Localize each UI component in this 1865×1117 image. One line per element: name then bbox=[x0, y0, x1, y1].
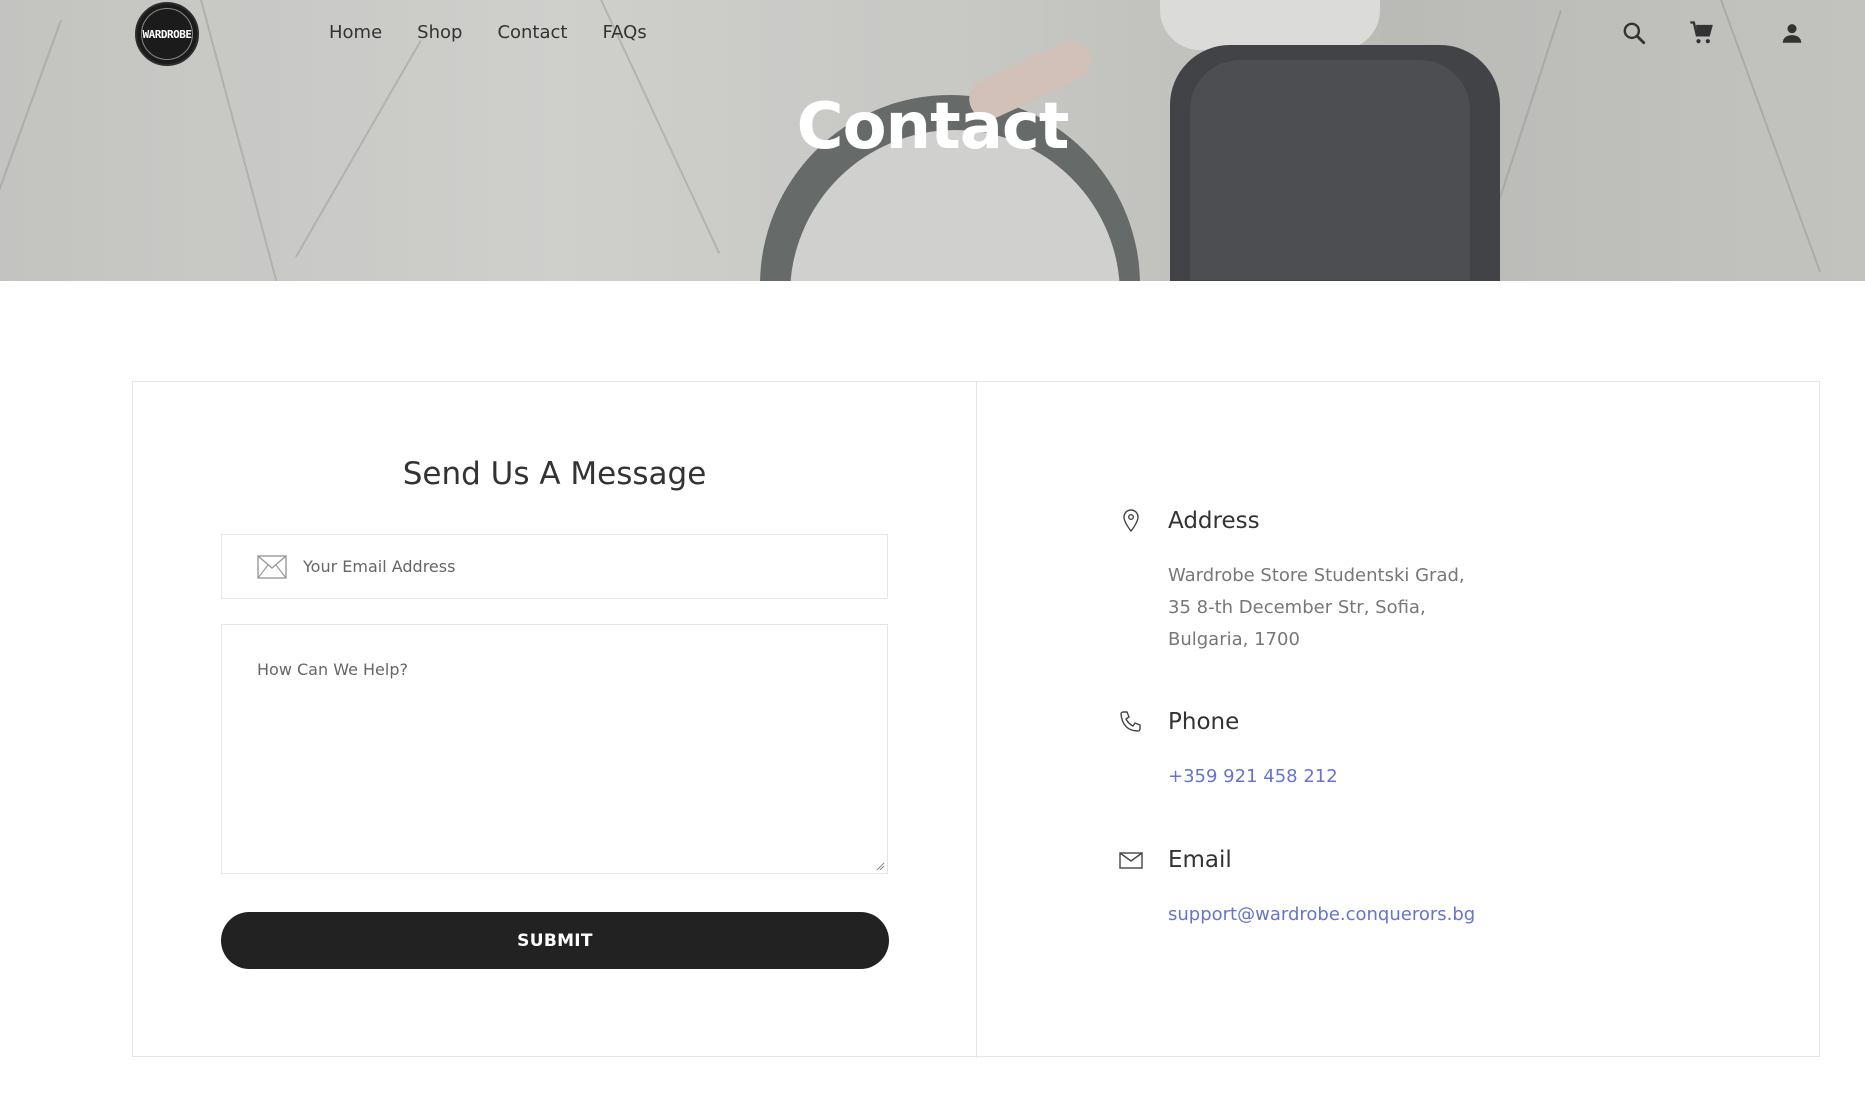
email-heading: Email bbox=[1168, 847, 1232, 873]
nav-home[interactable]: Home bbox=[329, 22, 382, 43]
nav-contact[interactable]: Contact bbox=[497, 22, 567, 43]
email-placeholder: Your Email Address bbox=[303, 557, 456, 576]
email-link[interactable]: support@wardrobe.conquerors.bg bbox=[1168, 904, 1475, 925]
search-icon[interactable] bbox=[1619, 18, 1649, 48]
nav-faqs[interactable]: FAQs bbox=[602, 22, 646, 43]
logo-text: WARDROBE bbox=[142, 27, 192, 41]
address-line-1: Wardrobe Store Studentski Grad, bbox=[1168, 565, 1465, 586]
resize-handle-icon[interactable] bbox=[875, 861, 885, 871]
mail-icon bbox=[1119, 852, 1143, 869]
location-pin-icon bbox=[1123, 509, 1139, 533]
form-title: Send Us A Message bbox=[402, 456, 707, 492]
user-icon[interactable] bbox=[1777, 18, 1807, 48]
nav-shop[interactable]: Shop bbox=[417, 22, 462, 43]
envelope-icon bbox=[257, 555, 287, 579]
address-text: Wardrobe Store Studentski Grad, 35 8-th … bbox=[1168, 560, 1465, 656]
phone-link[interactable]: +359 921 458 212 bbox=[1168, 766, 1338, 787]
cart-icon[interactable] bbox=[1687, 18, 1717, 48]
address-heading: Address bbox=[1168, 508, 1260, 534]
phone-icon bbox=[1120, 711, 1141, 732]
main-nav: Home Shop Contact FAQs bbox=[329, 22, 682, 43]
submit-button[interactable]: SUBMIT bbox=[221, 912, 889, 969]
site-header: WARDROBE Home Shop Contact FAQs bbox=[0, 0, 1865, 66]
message-placeholder: How Can We Help? bbox=[257, 660, 408, 679]
page-title: Contact bbox=[796, 90, 1070, 164]
contact-card: Send Us A Message Your Email Address How… bbox=[132, 381, 1820, 1058]
address-line-3: Bulgaria, 1700 bbox=[1168, 629, 1300, 650]
wardrobe-logo[interactable]: WARDROBE bbox=[135, 2, 199, 66]
message-textarea[interactable]: How Can We Help? bbox=[221, 624, 888, 874]
address-line-2: 35 8-th December Str, Sofia, bbox=[1168, 597, 1426, 618]
phone-heading: Phone bbox=[1168, 709, 1240, 735]
email-field[interactable]: Your Email Address bbox=[221, 534, 888, 599]
card-divider bbox=[976, 382, 977, 1058]
